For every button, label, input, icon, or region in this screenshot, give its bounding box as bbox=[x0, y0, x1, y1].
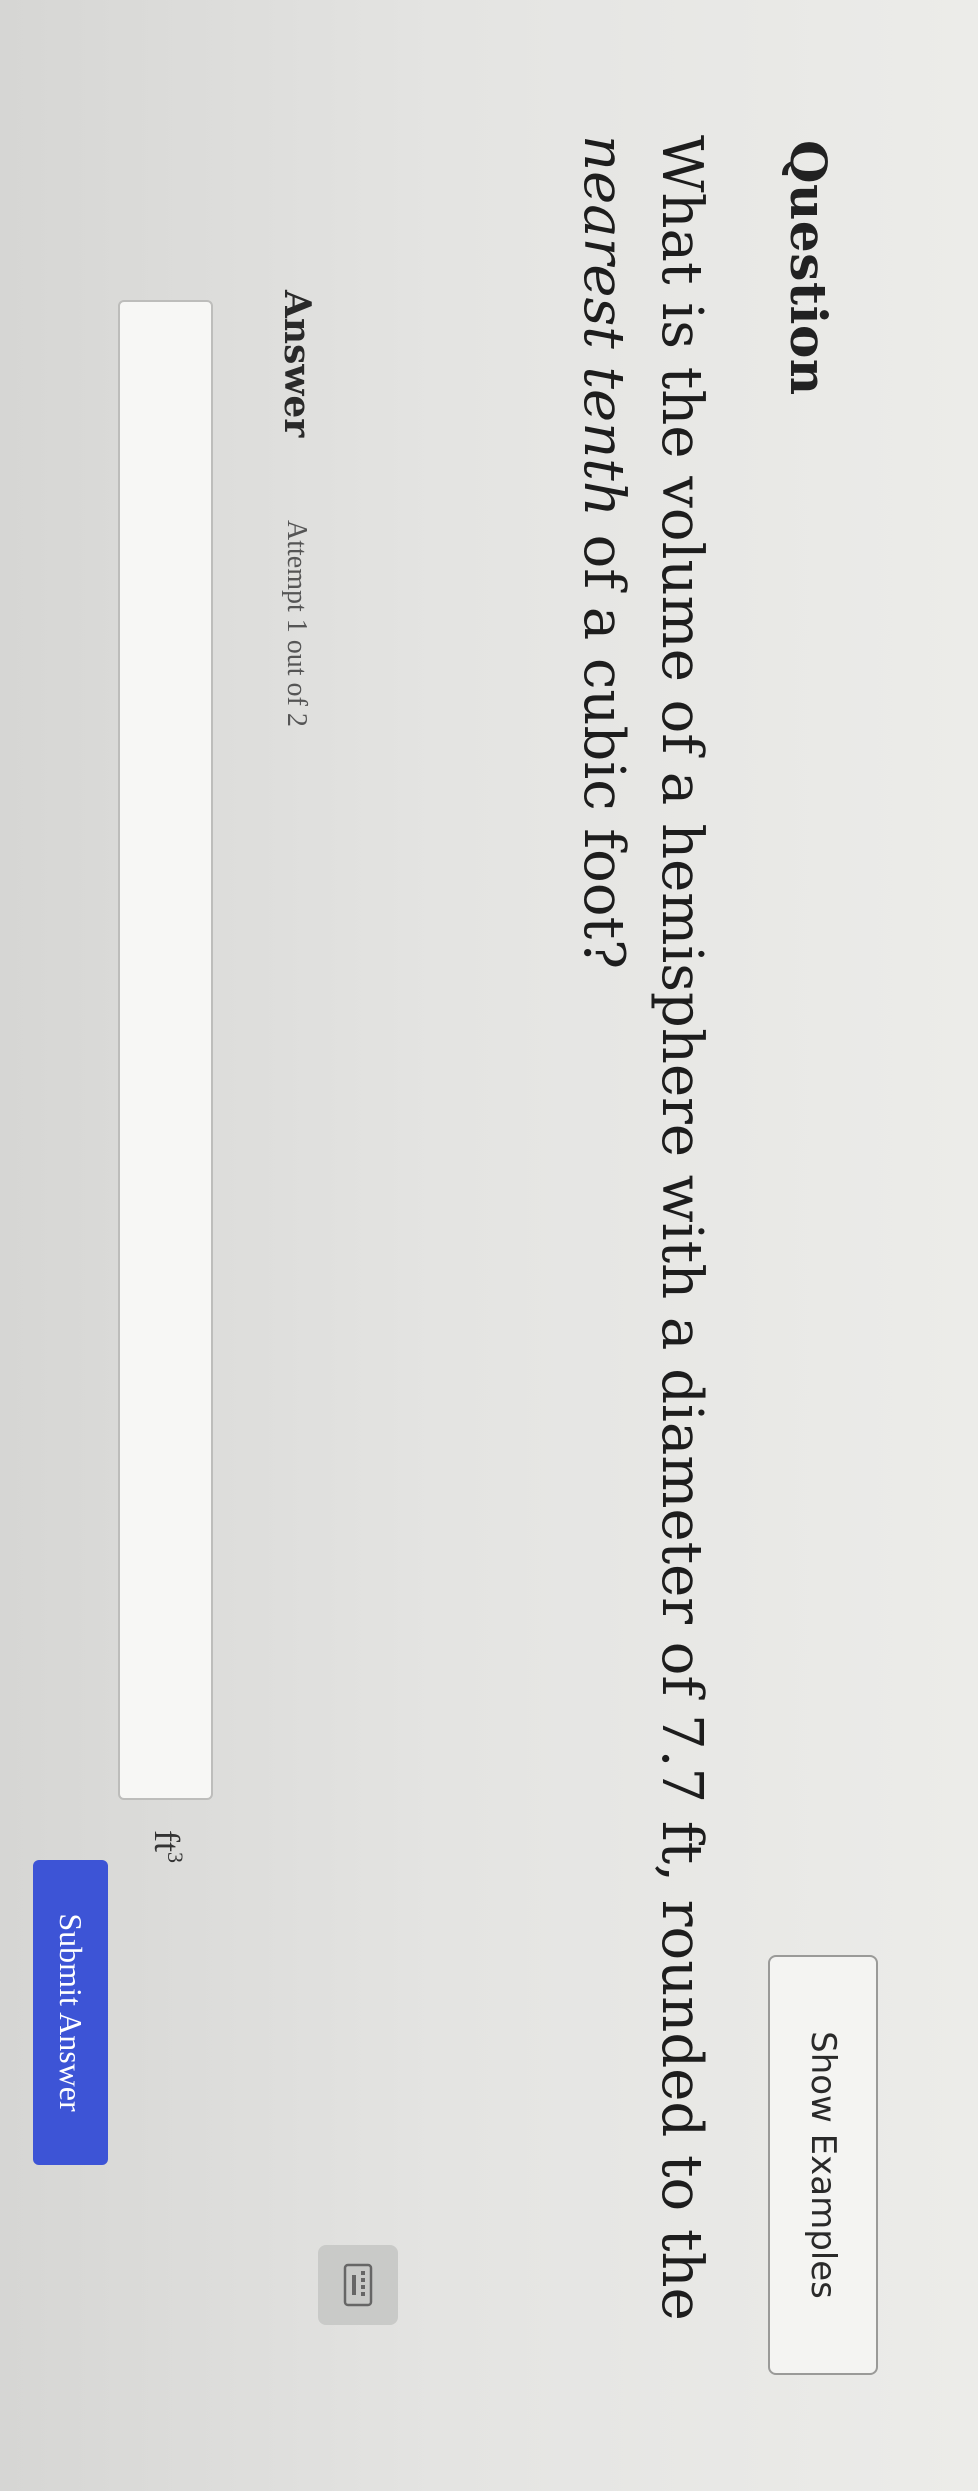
question-heading: Question bbox=[779, 140, 838, 396]
keyboard-button[interactable] bbox=[318, 2245, 398, 2325]
question-text-part1: What is the volume of a hemisphere with … bbox=[649, 135, 714, 2321]
page: Question Show Examples What is the volum… bbox=[0, 0, 978, 2491]
answer-heading: Answer bbox=[276, 290, 318, 438]
question-panel: Question Show Examples What is the volum… bbox=[0, 0, 978, 2491]
attempt-counter: Attempt 1 out of 2 bbox=[281, 520, 312, 727]
question-text-emphasis: nearest tenth bbox=[571, 135, 636, 517]
answer-input[interactable] bbox=[118, 300, 213, 1800]
show-examples-button[interactable]: Show Examples bbox=[768, 1955, 878, 2375]
keyboard-icon bbox=[343, 2263, 373, 2307]
question-text: What is the volume of a hemisphere with … bbox=[564, 135, 720, 2335]
question-text-part2: of a cubic foot? bbox=[571, 516, 636, 970]
unit-base: ft bbox=[147, 1830, 187, 1852]
unit-label: ft3 bbox=[146, 1830, 188, 1863]
submit-answer-button[interactable]: Submit Answer bbox=[33, 1860, 108, 2165]
unit-exponent: 3 bbox=[163, 1852, 188, 1863]
